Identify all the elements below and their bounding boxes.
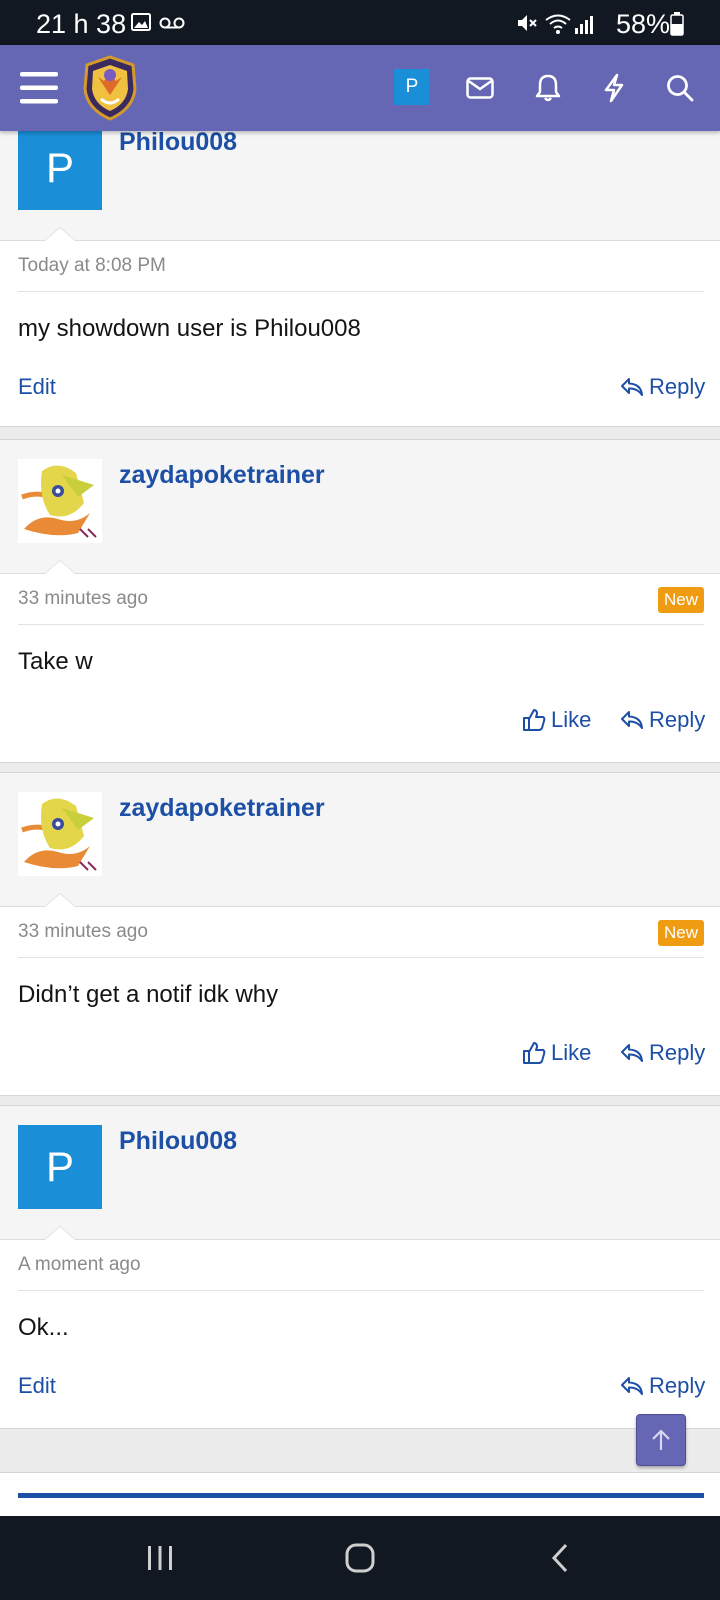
like-label: Like (551, 707, 592, 732)
hamburger-icon (20, 72, 58, 104)
post: zaydapoketrainer 33 minutes ago New Take… (0, 439, 720, 763)
reply-button[interactable]: Reply (620, 374, 705, 400)
avatar-image (21, 465, 97, 538)
home-button[interactable] (330, 1516, 390, 1600)
post: zaydapoketrainer 33 minutes ago New Didn… (0, 772, 720, 1096)
avatar-initial: P (45, 144, 74, 191)
avatar[interactable]: P (18, 126, 102, 210)
reply-icon (621, 378, 643, 396)
reply-editor[interactable] (0, 1472, 720, 1516)
post-user-block: P Philou008 (0, 120, 720, 241)
post-date-link[interactable]: Today at 8:08 PM (18, 255, 166, 277)
like-button[interactable]: Like (522, 707, 591, 733)
edit-label: Edit (18, 374, 56, 399)
avatar-initial: P (45, 1143, 74, 1190)
account-avatar-button[interactable]: P (394, 69, 430, 105)
post-user-block: P Philou008 (0, 1106, 720, 1240)
post-meta: 33 minutes ago New (18, 907, 704, 958)
thumbs-up-icon (523, 1042, 546, 1064)
edit-button[interactable]: Edit (18, 374, 56, 400)
image-icon (131, 12, 151, 37)
search-icon (667, 75, 694, 102)
account-initial: P (405, 76, 419, 97)
system-nav-bar (0, 1516, 720, 1600)
post-body: my showdown user is Philou008 (18, 315, 361, 342)
battery-percent: 58% (616, 9, 671, 39)
post: P Philou008 Today at 8:08 PM my showdown… (0, 120, 720, 427)
reply-button[interactable]: Reply (620, 707, 705, 733)
forum-logo[interactable] (80, 45, 140, 131)
scroll-to-top-button[interactable] (636, 1414, 686, 1466)
post-arrow (44, 560, 76, 574)
signal-icon (575, 14, 597, 39)
new-badge: New (657, 920, 704, 946)
home-icon (345, 1543, 375, 1573)
avatar-image (21, 798, 97, 871)
post: P Philou008 A moment ago Ok... Edit Repl… (0, 1105, 720, 1429)
post-arrow (44, 1226, 76, 1240)
post-date-link[interactable]: 33 minutes ago (18, 588, 148, 610)
search-button[interactable] (658, 45, 702, 131)
whats-new-button[interactable] (592, 45, 636, 131)
back-icon (551, 1543, 568, 1573)
post-user-block: zaydapoketrainer (0, 773, 720, 907)
post-arrow (44, 893, 76, 907)
reply-icon (621, 1044, 643, 1062)
post-user-block: zaydapoketrainer (0, 440, 720, 574)
reply-icon (621, 1377, 643, 1395)
recents-button[interactable] (130, 1516, 190, 1600)
post-arrow (44, 227, 76, 241)
recents-icon (148, 1546, 172, 1570)
app-header: P (0, 45, 720, 131)
alerts-button[interactable] (526, 45, 570, 131)
lightning-icon (604, 73, 624, 103)
post-date-link[interactable]: A moment ago (18, 1254, 141, 1276)
reply-label: Reply (649, 374, 706, 399)
bell-icon (535, 74, 561, 102)
post-meta: Today at 8:08 PM (18, 241, 704, 292)
battery-icon (670, 12, 684, 41)
status-bar: 21 h 38 58% (0, 0, 720, 45)
avatar[interactable] (18, 792, 102, 876)
post-body: Ok... (18, 1314, 69, 1341)
hamburger-menu-button[interactable] (14, 45, 64, 131)
arrow-up-icon (652, 1429, 670, 1450)
post-body: Didn’t get a notif idk why (18, 981, 279, 1008)
mute-icon (516, 12, 538, 39)
like-button[interactable]: Like (522, 1040, 591, 1066)
post-meta: A moment ago (18, 1240, 704, 1291)
back-button[interactable] (530, 1516, 590, 1600)
post-meta: 33 minutes ago New (18, 574, 704, 625)
envelope-icon (466, 77, 494, 99)
thumbs-up-icon (523, 709, 546, 731)
username-link[interactable]: zaydapoketrainer (119, 461, 325, 490)
wifi-icon (544, 14, 572, 39)
username-link[interactable]: Philou008 (119, 128, 237, 157)
like-label: Like (551, 1040, 592, 1065)
avatar[interactable]: P (18, 1125, 102, 1209)
reply-button[interactable]: Reply (620, 1373, 705, 1399)
reply-label: Reply (649, 707, 706, 732)
voicemail-icon (159, 16, 185, 35)
post-date-link[interactable]: 33 minutes ago (18, 921, 148, 943)
edit-button[interactable]: Edit (18, 1373, 56, 1399)
edit-label: Edit (18, 1373, 56, 1398)
inbox-button[interactable] (458, 45, 502, 131)
reply-label: Reply (649, 1040, 706, 1065)
new-badge: New (657, 587, 704, 613)
status-time: 21 h 38 (36, 9, 127, 39)
username-link[interactable]: Philou008 (119, 1127, 237, 1156)
reply-button[interactable]: Reply (620, 1040, 705, 1066)
avatar[interactable] (18, 459, 102, 543)
username-link[interactable]: zaydapoketrainer (119, 794, 325, 823)
reply-icon (621, 711, 643, 729)
reply-label: Reply (649, 1373, 706, 1398)
post-body: Take w (18, 648, 93, 675)
editor-accent-bar (18, 1493, 704, 1498)
